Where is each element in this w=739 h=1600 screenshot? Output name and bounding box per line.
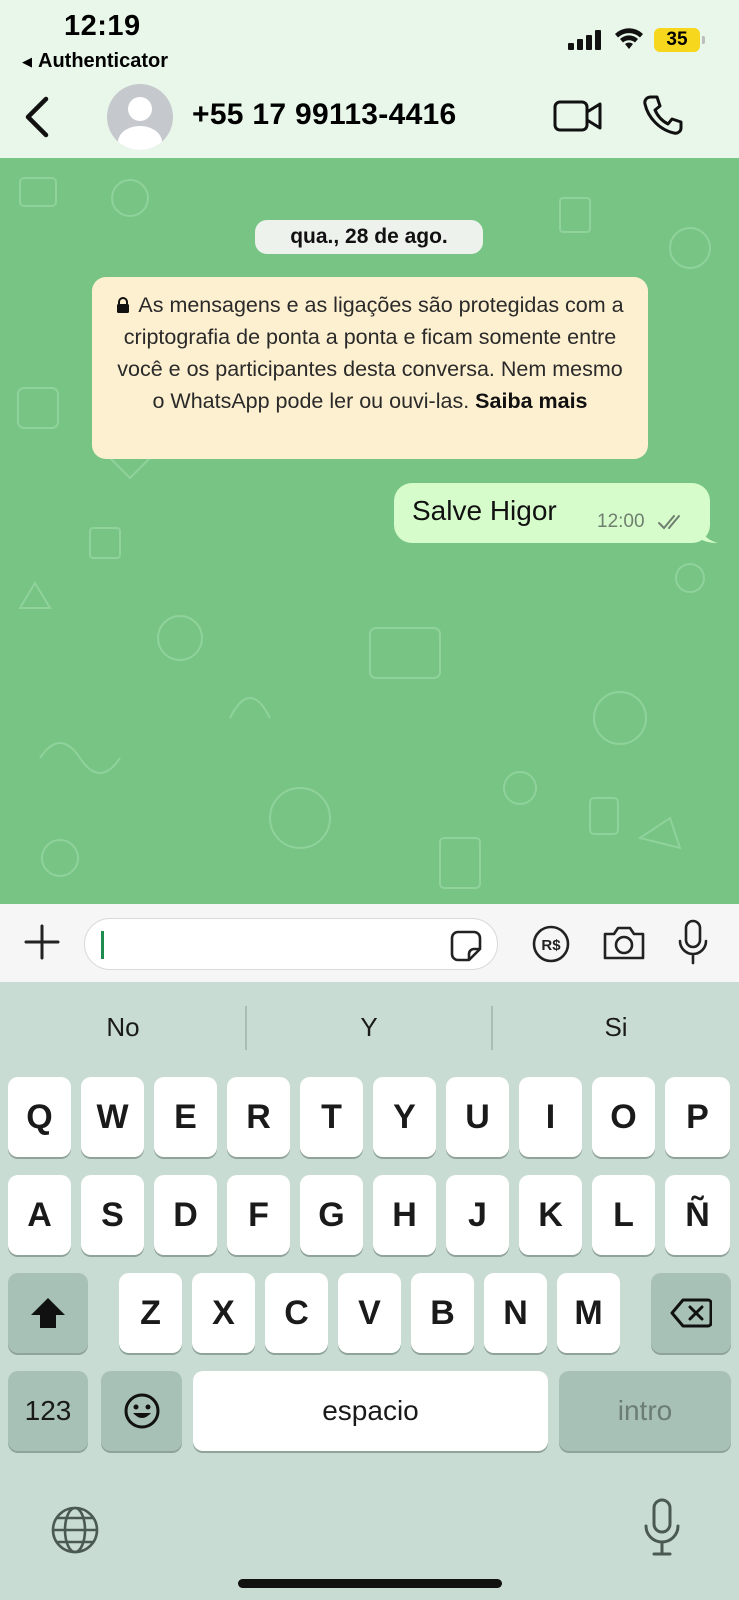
key-i[interactable]: I	[519, 1077, 582, 1157]
key-x[interactable]: X	[192, 1273, 255, 1353]
learn-more-link[interactable]: Saiba mais	[475, 389, 587, 413]
back-chevron-icon[interactable]	[18, 95, 58, 139]
key-y[interactable]: Y	[373, 1077, 436, 1157]
key-l[interactable]: L	[592, 1175, 655, 1255]
key-g[interactable]: G	[300, 1175, 363, 1255]
outgoing-message[interactable]: Salve Higor 12:00	[394, 483, 718, 543]
emoji-key[interactable]	[101, 1371, 182, 1451]
home-indicator	[238, 1579, 502, 1588]
key-z[interactable]: Z	[119, 1273, 182, 1353]
message-input-bar: R$	[0, 904, 739, 982]
suggestion-2[interactable]: Y	[246, 1004, 492, 1050]
key-n-tilde[interactable]: Ñ	[665, 1175, 730, 1255]
key-a[interactable]: A	[8, 1175, 71, 1255]
back-app-label: Authenticator	[38, 50, 168, 72]
message-input[interactable]	[84, 918, 498, 970]
key-h[interactable]: H	[373, 1175, 436, 1255]
key-o[interactable]: O	[592, 1077, 655, 1157]
key-d[interactable]: D	[154, 1175, 217, 1255]
wifi-icon	[615, 28, 643, 49]
chat-area[interactable]: qua., 28 de ago. As mensagens e as ligaç…	[0, 158, 739, 904]
numbers-key[interactable]: 123	[8, 1371, 88, 1451]
key-v[interactable]: V	[338, 1273, 401, 1353]
text-caret	[101, 931, 104, 959]
sticker-icon[interactable]	[449, 929, 483, 963]
back-triangle-icon: ◀	[22, 53, 32, 69]
video-call-icon[interactable]	[553, 96, 603, 136]
date-separator: qua., 28 de ago.	[255, 220, 483, 254]
key-m[interactable]: M	[557, 1273, 620, 1353]
key-s[interactable]: S	[81, 1175, 144, 1255]
chat-header: 12:19 ◀ Authenticator 35 +55 17 99113-44…	[0, 0, 739, 158]
backspace-icon	[670, 1298, 712, 1328]
payment-icon[interactable]: R$	[531, 924, 571, 964]
default-avatar-icon	[118, 97, 162, 150]
keyboard: No Y Si Q W E R T Y U I O P A S D F G H …	[0, 982, 739, 1600]
dictation-mic-icon[interactable]	[642, 1498, 682, 1558]
shift-key[interactable]	[8, 1273, 88, 1353]
read-ticks-icon	[658, 515, 680, 530]
camera-icon[interactable]	[601, 924, 647, 962]
emoji-icon	[124, 1393, 159, 1429]
lock-icon	[117, 297, 130, 313]
phone-call-icon[interactable]	[642, 94, 684, 136]
key-q[interactable]: Q	[8, 1077, 71, 1157]
key-f[interactable]: F	[227, 1175, 290, 1255]
suggestion-1[interactable]: No	[0, 1004, 246, 1050]
svg-text:R$: R$	[541, 937, 561, 954]
return-key[interactable]: intro	[559, 1371, 731, 1451]
key-c[interactable]: C	[265, 1273, 328, 1353]
status-time: 12:19	[64, 10, 141, 42]
message-text: Salve Higor	[412, 495, 557, 526]
backspace-key[interactable]	[651, 1273, 731, 1353]
key-b[interactable]: B	[411, 1273, 474, 1353]
suggestion-3[interactable]: Si	[493, 1004, 739, 1050]
message-time: 12:00	[597, 511, 645, 532]
battery-indicator: 35	[654, 28, 705, 52]
microphone-icon[interactable]	[676, 919, 710, 965]
cellular-signal-icon	[568, 30, 601, 50]
key-e[interactable]: E	[154, 1077, 217, 1157]
plus-icon[interactable]	[22, 922, 62, 962]
key-r[interactable]: R	[227, 1077, 290, 1157]
contact-avatar[interactable]	[107, 84, 173, 150]
key-j[interactable]: J	[446, 1175, 509, 1255]
key-n[interactable]: N	[484, 1273, 547, 1353]
key-u[interactable]: U	[446, 1077, 509, 1157]
encryption-notice[interactable]: As mensagens e as ligações são protegida…	[92, 277, 648, 459]
globe-icon[interactable]	[50, 1505, 100, 1555]
key-p[interactable]: P	[665, 1077, 730, 1157]
back-to-app-link[interactable]: ◀ Authenticator	[22, 50, 168, 73]
key-k[interactable]: K	[519, 1175, 582, 1255]
bubble-tail	[698, 523, 718, 543]
shift-arrow-icon	[31, 1298, 65, 1328]
key-w[interactable]: W	[81, 1077, 144, 1157]
space-key[interactable]: espacio	[193, 1371, 548, 1451]
key-t[interactable]: T	[300, 1077, 363, 1157]
contact-name[interactable]: +55 17 99113-4416	[192, 98, 457, 132]
